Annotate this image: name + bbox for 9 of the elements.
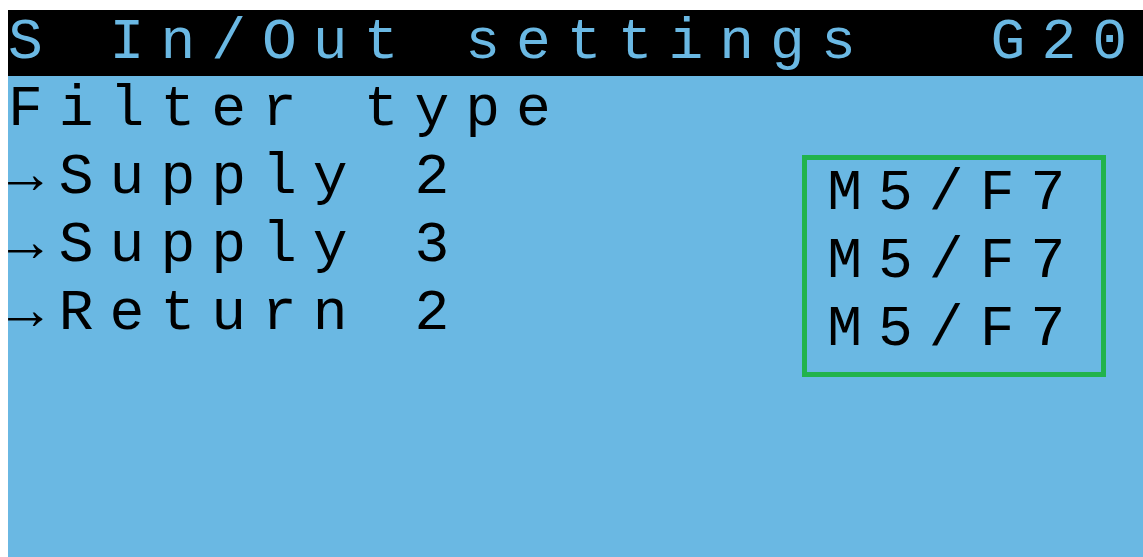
screen-title: S In/Out settings [8, 10, 872, 76]
row-label: →Return 2 [8, 280, 466, 348]
row-value: M5/F7 [827, 296, 1082, 364]
row-label: →Supply 2 [8, 144, 466, 212]
row-value: M5/F7 [827, 228, 1082, 296]
section-heading: Filter type [8, 76, 567, 144]
row-label: →Supply 3 [8, 212, 466, 280]
row-value: M5/F7 [827, 160, 1082, 228]
screen-code: G20 [990, 10, 1143, 76]
